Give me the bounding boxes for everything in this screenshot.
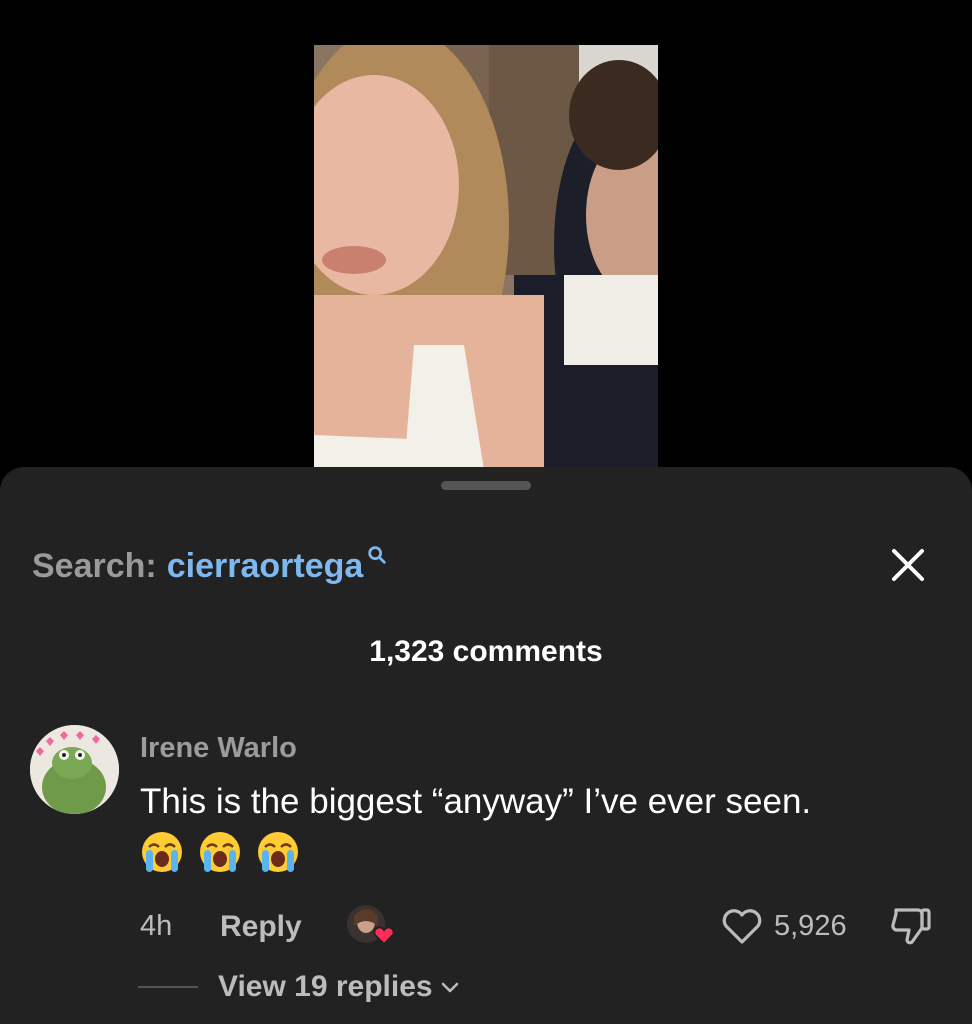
heart-icon[interactable] [720, 906, 764, 946]
drag-handle[interactable] [441, 481, 531, 490]
comment-author[interactable]: Irene Warlo [140, 732, 297, 765]
comments-sheet: Search: cierraortega 1,323 comments Iren… [0, 467, 972, 1024]
search-prefix-label: Search: [32, 546, 157, 585]
video-player[interactable] [314, 45, 658, 470]
loudly-crying-face-icon [258, 832, 298, 872]
avatar[interactable] [30, 725, 119, 814]
video-frame-image [314, 45, 658, 470]
search-icon [368, 546, 386, 564]
comment-text: This is the biggest “anyway” I’ve ever s… [140, 782, 812, 821]
reply-button[interactable]: Reply [220, 910, 302, 944]
creator-liked-icon [347, 905, 395, 946]
comment-meta: 4h Reply 5,926 [140, 902, 940, 952]
comments-count: 1,323 comments [369, 635, 603, 668]
close-icon [892, 549, 924, 581]
view-replies-button[interactable]: View 19 replies [218, 970, 433, 1004]
search-term-link[interactable]: cierraortega [167, 547, 364, 586]
loudly-crying-face-icon [142, 832, 182, 872]
view-replies-row[interactable]: View 19 replies [138, 962, 461, 1012]
chevron-down-icon [441, 982, 458, 993]
kermit-avatar-image [30, 725, 119, 814]
search-suggestion[interactable]: Search: cierraortega [32, 541, 388, 591]
comment-timestamp: 4h [140, 910, 173, 942]
loudly-crying-face-icon [200, 832, 240, 872]
dislike-icon[interactable] [888, 904, 936, 948]
replies-divider [138, 986, 198, 988]
comment-emojis [140, 830, 300, 874]
like-count: 5,926 [774, 910, 847, 942]
close-button[interactable] [884, 541, 932, 589]
